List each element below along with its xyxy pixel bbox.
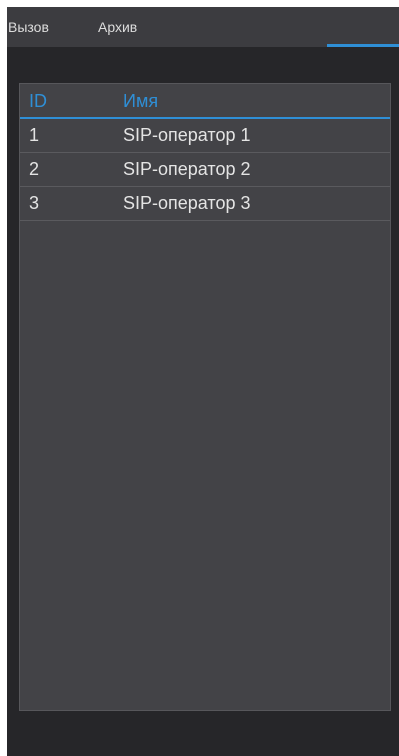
list-row[interactable]: 2 SIP-оператор 2 bbox=[20, 153, 390, 187]
row-id: 1 bbox=[29, 125, 40, 145]
menu-item-active-tab[interactable] bbox=[327, 7, 399, 47]
row-name: SIP-оператор 3 bbox=[123, 193, 251, 213]
menu-bar: Вызов Архив bbox=[7, 7, 399, 47]
row-id: 3 bbox=[29, 193, 40, 213]
column-header-id[interactable]: ID bbox=[29, 84, 47, 117]
active-tab-indicator bbox=[327, 44, 399, 47]
menu-item-archive[interactable]: Архив bbox=[98, 7, 137, 47]
call-panel: Вызов Архив ID Имя 1 SIP-оператор 1 2 SI… bbox=[7, 7, 399, 756]
column-header-name[interactable]: Имя bbox=[123, 84, 158, 117]
list-row[interactable]: 3 SIP-оператор 3 bbox=[20, 187, 390, 221]
list-header: ID Имя bbox=[20, 84, 390, 119]
operators-list[interactable]: ID Имя 1 SIP-оператор 1 2 SIP-оператор 2… bbox=[19, 83, 391, 711]
row-name: SIP-оператор 2 bbox=[123, 159, 251, 179]
list-row[interactable]: 1 SIP-оператор 1 bbox=[20, 119, 390, 153]
row-id: 2 bbox=[29, 159, 40, 179]
menu-item-call[interactable]: Вызов bbox=[8, 7, 49, 47]
row-name: SIP-оператор 1 bbox=[123, 125, 251, 145]
